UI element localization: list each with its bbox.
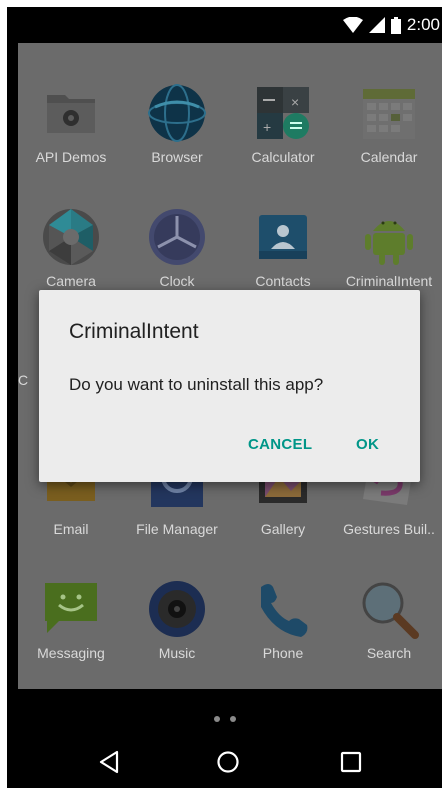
uninstall-dialog: CriminalIntent Do you want to uninstall …	[39, 290, 420, 482]
calculator-icon: × +	[257, 87, 309, 139]
app-row: Messaging Music Phone Search	[18, 563, 442, 687]
messaging-icon	[45, 583, 97, 633]
app-label: CriminalIntent	[345, 273, 433, 289]
back-button[interactable]	[89, 745, 129, 779]
recents-icon	[340, 751, 362, 773]
back-icon	[99, 750, 119, 774]
app-label: C	[18, 372, 29, 388]
app-tile-search[interactable]: Search	[336, 563, 442, 687]
music-icon	[149, 581, 205, 637]
app-label: Gallery	[260, 521, 306, 537]
app-label: Music	[158, 645, 196, 661]
ok-button[interactable]: OK	[356, 427, 379, 463]
cancel-button[interactable]: CANCEL	[248, 427, 312, 463]
globe-icon	[148, 84, 206, 142]
battery-icon	[390, 16, 401, 34]
app-tile-browser[interactable]: Browser	[124, 67, 230, 191]
calendar-icon	[363, 89, 415, 139]
app-label: Contacts	[255, 273, 311, 289]
svg-text:×: ×	[291, 94, 299, 110]
device-screen: 2:00 API Demos Browser × + Calculator Ca…	[7, 7, 442, 788]
app-label: Clock	[159, 273, 195, 289]
app-tile-calculator[interactable]: × + Calculator	[230, 67, 336, 191]
page-dot	[229, 716, 236, 722]
nav-bar	[7, 735, 442, 788]
app-label: Browser	[151, 149, 203, 165]
app-label: Search	[366, 645, 412, 661]
app-row: API Demos Browser × + Calculator Calenda…	[18, 67, 442, 191]
phone-icon	[261, 584, 308, 637]
app-label: API Demos	[35, 149, 107, 165]
contacts-icon	[259, 215, 307, 259]
dialog-message: Do you want to uninstall this app?	[69, 375, 324, 394]
svg-text:+: +	[263, 119, 271, 135]
folder-gear-icon	[47, 95, 95, 133]
page-indicator	[7, 713, 442, 725]
home-icon	[217, 751, 239, 773]
app-label: Messaging	[37, 645, 105, 661]
android-icon	[365, 221, 413, 265]
cell-signal-icon	[368, 17, 385, 33]
dialog-title: CriminalIntent	[69, 320, 199, 343]
clock-icon	[149, 209, 205, 265]
app-tile-api-demos[interactable]: API Demos	[18, 67, 124, 191]
status-icons: 2:00	[342, 15, 440, 35]
app-tile-messaging[interactable]: Messaging	[18, 563, 124, 687]
app-label: Email	[53, 521, 89, 537]
home-button[interactable]	[208, 745, 248, 779]
app-tile-calendar[interactable]: Calendar	[336, 67, 442, 191]
app-tile-music[interactable]: Music	[124, 563, 230, 687]
app-tile-phone[interactable]: Phone	[230, 563, 336, 687]
camera-aperture-icon	[43, 209, 99, 265]
app-label: File Manager	[136, 521, 218, 537]
app-label: Calendar	[360, 149, 418, 165]
page-dot	[213, 716, 220, 722]
app-label: Calculator	[251, 149, 315, 165]
status-time: 2:00	[406, 15, 440, 34]
app-label: Gestures Buil..	[343, 521, 435, 537]
app-label: Camera	[46, 273, 96, 289]
recents-button[interactable]	[331, 745, 371, 779]
wifi-icon	[342, 17, 363, 33]
app-label: Phone	[262, 645, 304, 661]
status-bar: 2:00	[7, 7, 442, 43]
search-icon	[362, 582, 419, 639]
